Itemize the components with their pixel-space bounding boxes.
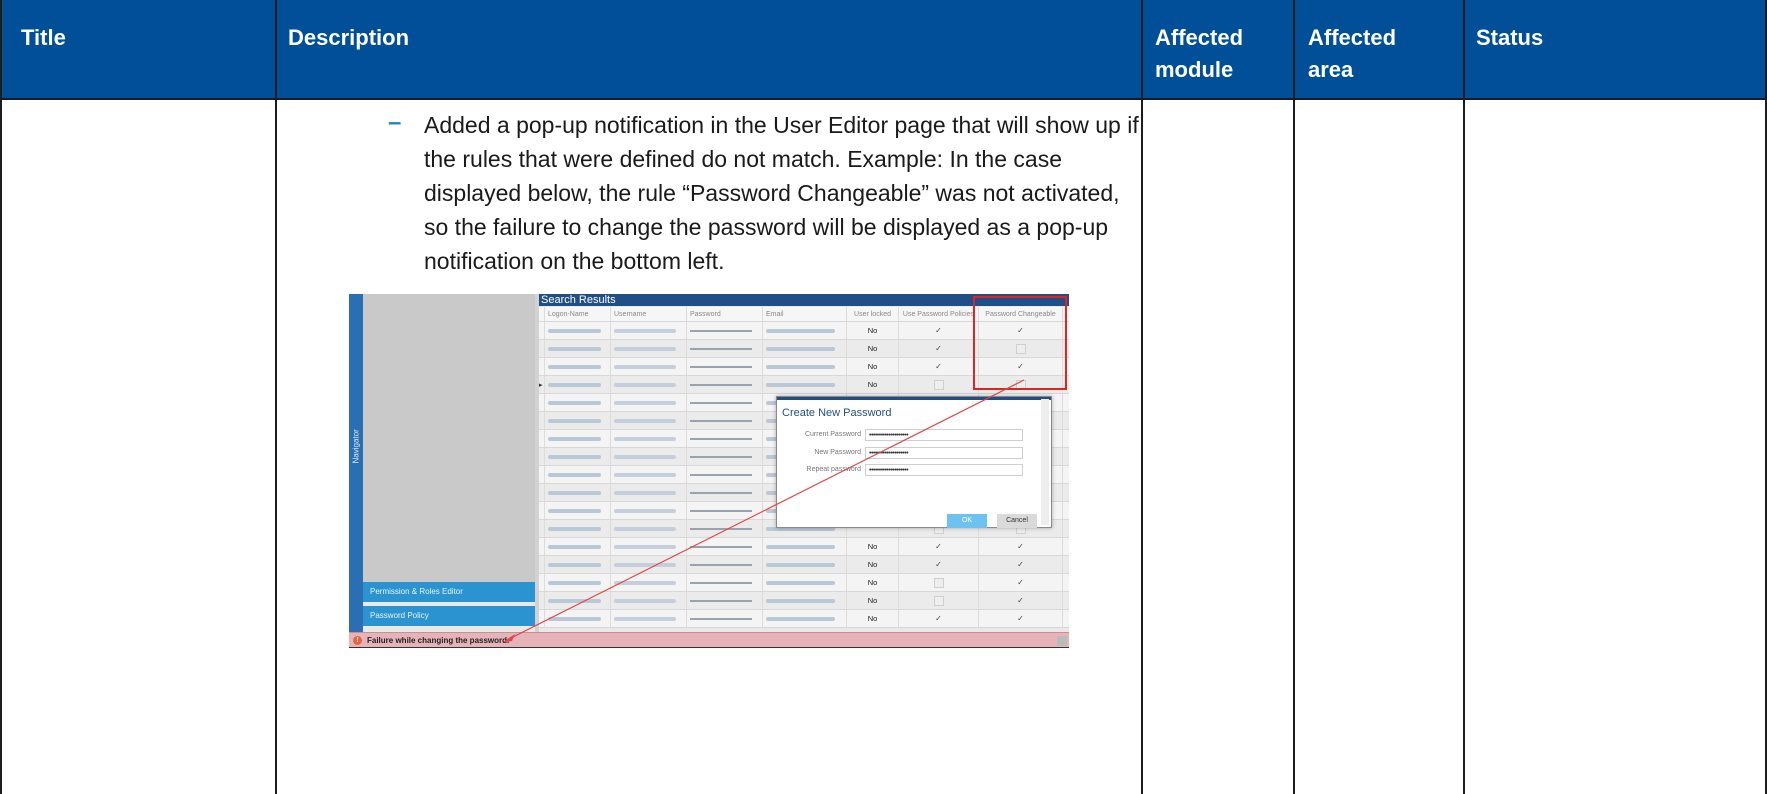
arrow-line <box>508 379 1025 640</box>
header-affected-module-label: Affected module <box>1155 25 1244 82</box>
embedded-screenshot: Navigator Permission & Roles Editor Pass… <box>349 294 1069 648</box>
bullet-dash: – <box>388 109 402 136</box>
header-description-label: Description <box>288 25 410 50</box>
column-border <box>1293 0 1295 794</box>
column-border <box>275 0 277 794</box>
header-affected-module: Affected module <box>1142 0 1294 100</box>
annotation-arrow <box>503 379 1025 642</box>
header-affected-area: Affected area <box>1294 0 1464 100</box>
description-text: Added a pop-up notification in the User … <box>424 112 1139 274</box>
header-status-label: Status <box>1476 25 1544 50</box>
header-description: Description <box>276 0 1142 100</box>
column-border <box>0 0 2 794</box>
arrow-head <box>503 634 515 642</box>
header-affected-area-label: Affected area <box>1308 25 1397 82</box>
header-divider <box>0 98 1767 100</box>
changelog-table: Title Description Affected module Affect… <box>0 0 1767 794</box>
header-title: Title <box>0 0 276 100</box>
header-status: Status <box>1464 0 1767 100</box>
column-border <box>1463 0 1465 794</box>
header-title-label: Title <box>21 25 66 50</box>
